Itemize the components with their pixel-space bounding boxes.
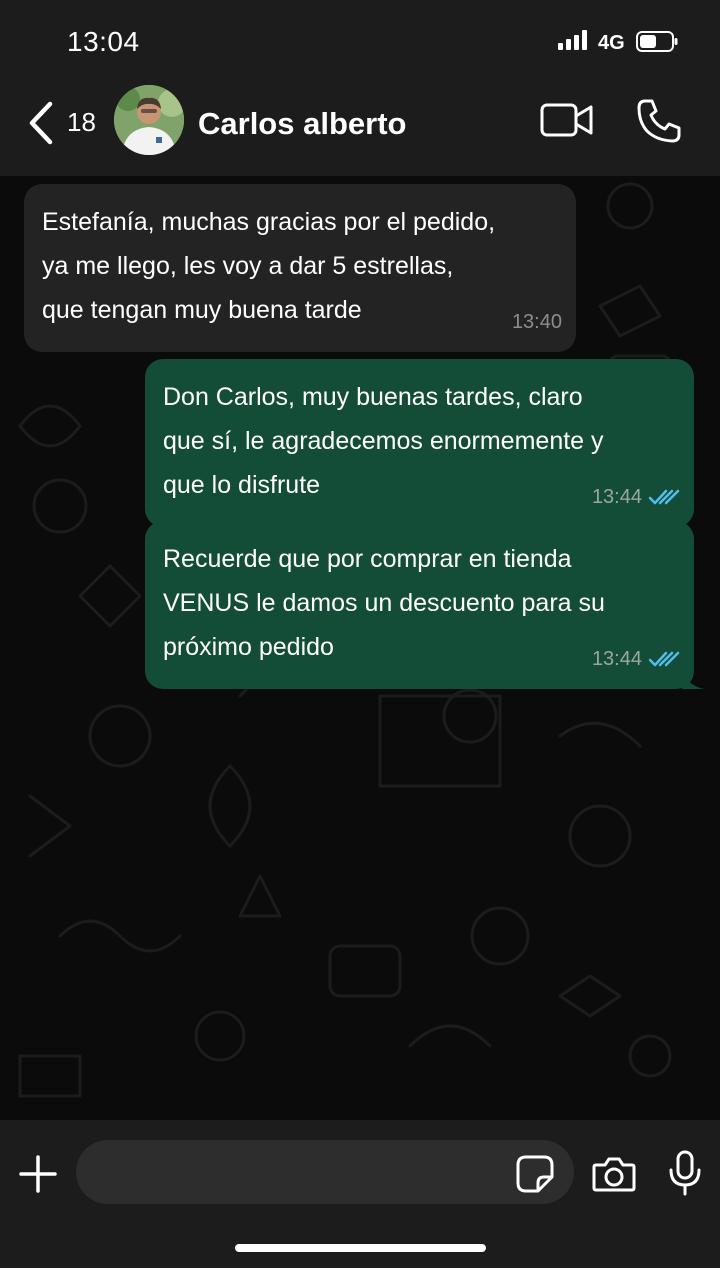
phone-call-icon[interactable]	[636, 98, 682, 144]
back-chevron-icon[interactable]	[24, 100, 60, 146]
status-bar: 13:04 4G	[0, 0, 720, 80]
video-call-icon[interactable]	[540, 100, 594, 140]
message-time: 13:44	[591, 648, 642, 670]
chat-area[interactable]: Estefanía, muchas gracias por el pedido,…	[0, 176, 720, 1120]
double-check-icon	[648, 489, 680, 505]
unread-chats-count[interactable]: 18	[67, 107, 96, 138]
camera-icon[interactable]	[592, 1156, 636, 1192]
message-meta: 13:44	[592, 475, 680, 519]
microphone-icon[interactable]	[668, 1150, 702, 1196]
message-meta: 13:40	[512, 300, 562, 344]
plus-icon[interactable]	[18, 1154, 58, 1194]
network-type: 4G	[598, 32, 625, 54]
message-bubble-outgoing[interactable]: Don Carlos, muy buenas tardes, claro que…	[145, 359, 694, 527]
signal-strength-icon	[558, 30, 587, 50]
avatar[interactable]	[114, 85, 184, 155]
chat-header: 18 Carlos alberto	[0, 80, 720, 176]
battery-icon	[636, 31, 678, 52]
status-time: 13:04	[67, 26, 140, 57]
message-bubble-outgoing[interactable]: Recuerde que por comprar en tienda VENUS…	[145, 521, 704, 689]
message-time: 13:44	[591, 486, 642, 508]
double-check-icon	[648, 651, 680, 667]
home-indicator[interactable]	[235, 1244, 486, 1252]
sticker-icon[interactable]	[516, 1155, 554, 1193]
message-bubble-incoming[interactable]: Estefanía, muchas gracias por el pedido,…	[24, 184, 576, 352]
message-meta: 13:44	[592, 637, 680, 681]
message-composer	[0, 1120, 720, 1268]
message-time: 13:40	[511, 311, 562, 333]
contact-name[interactable]: Carlos alberto	[198, 106, 406, 142]
bubble-tail	[682, 669, 704, 689]
message-text: Estefanía, muchas gracias por el pedido,…	[42, 208, 496, 324]
message-input[interactable]	[76, 1140, 574, 1204]
